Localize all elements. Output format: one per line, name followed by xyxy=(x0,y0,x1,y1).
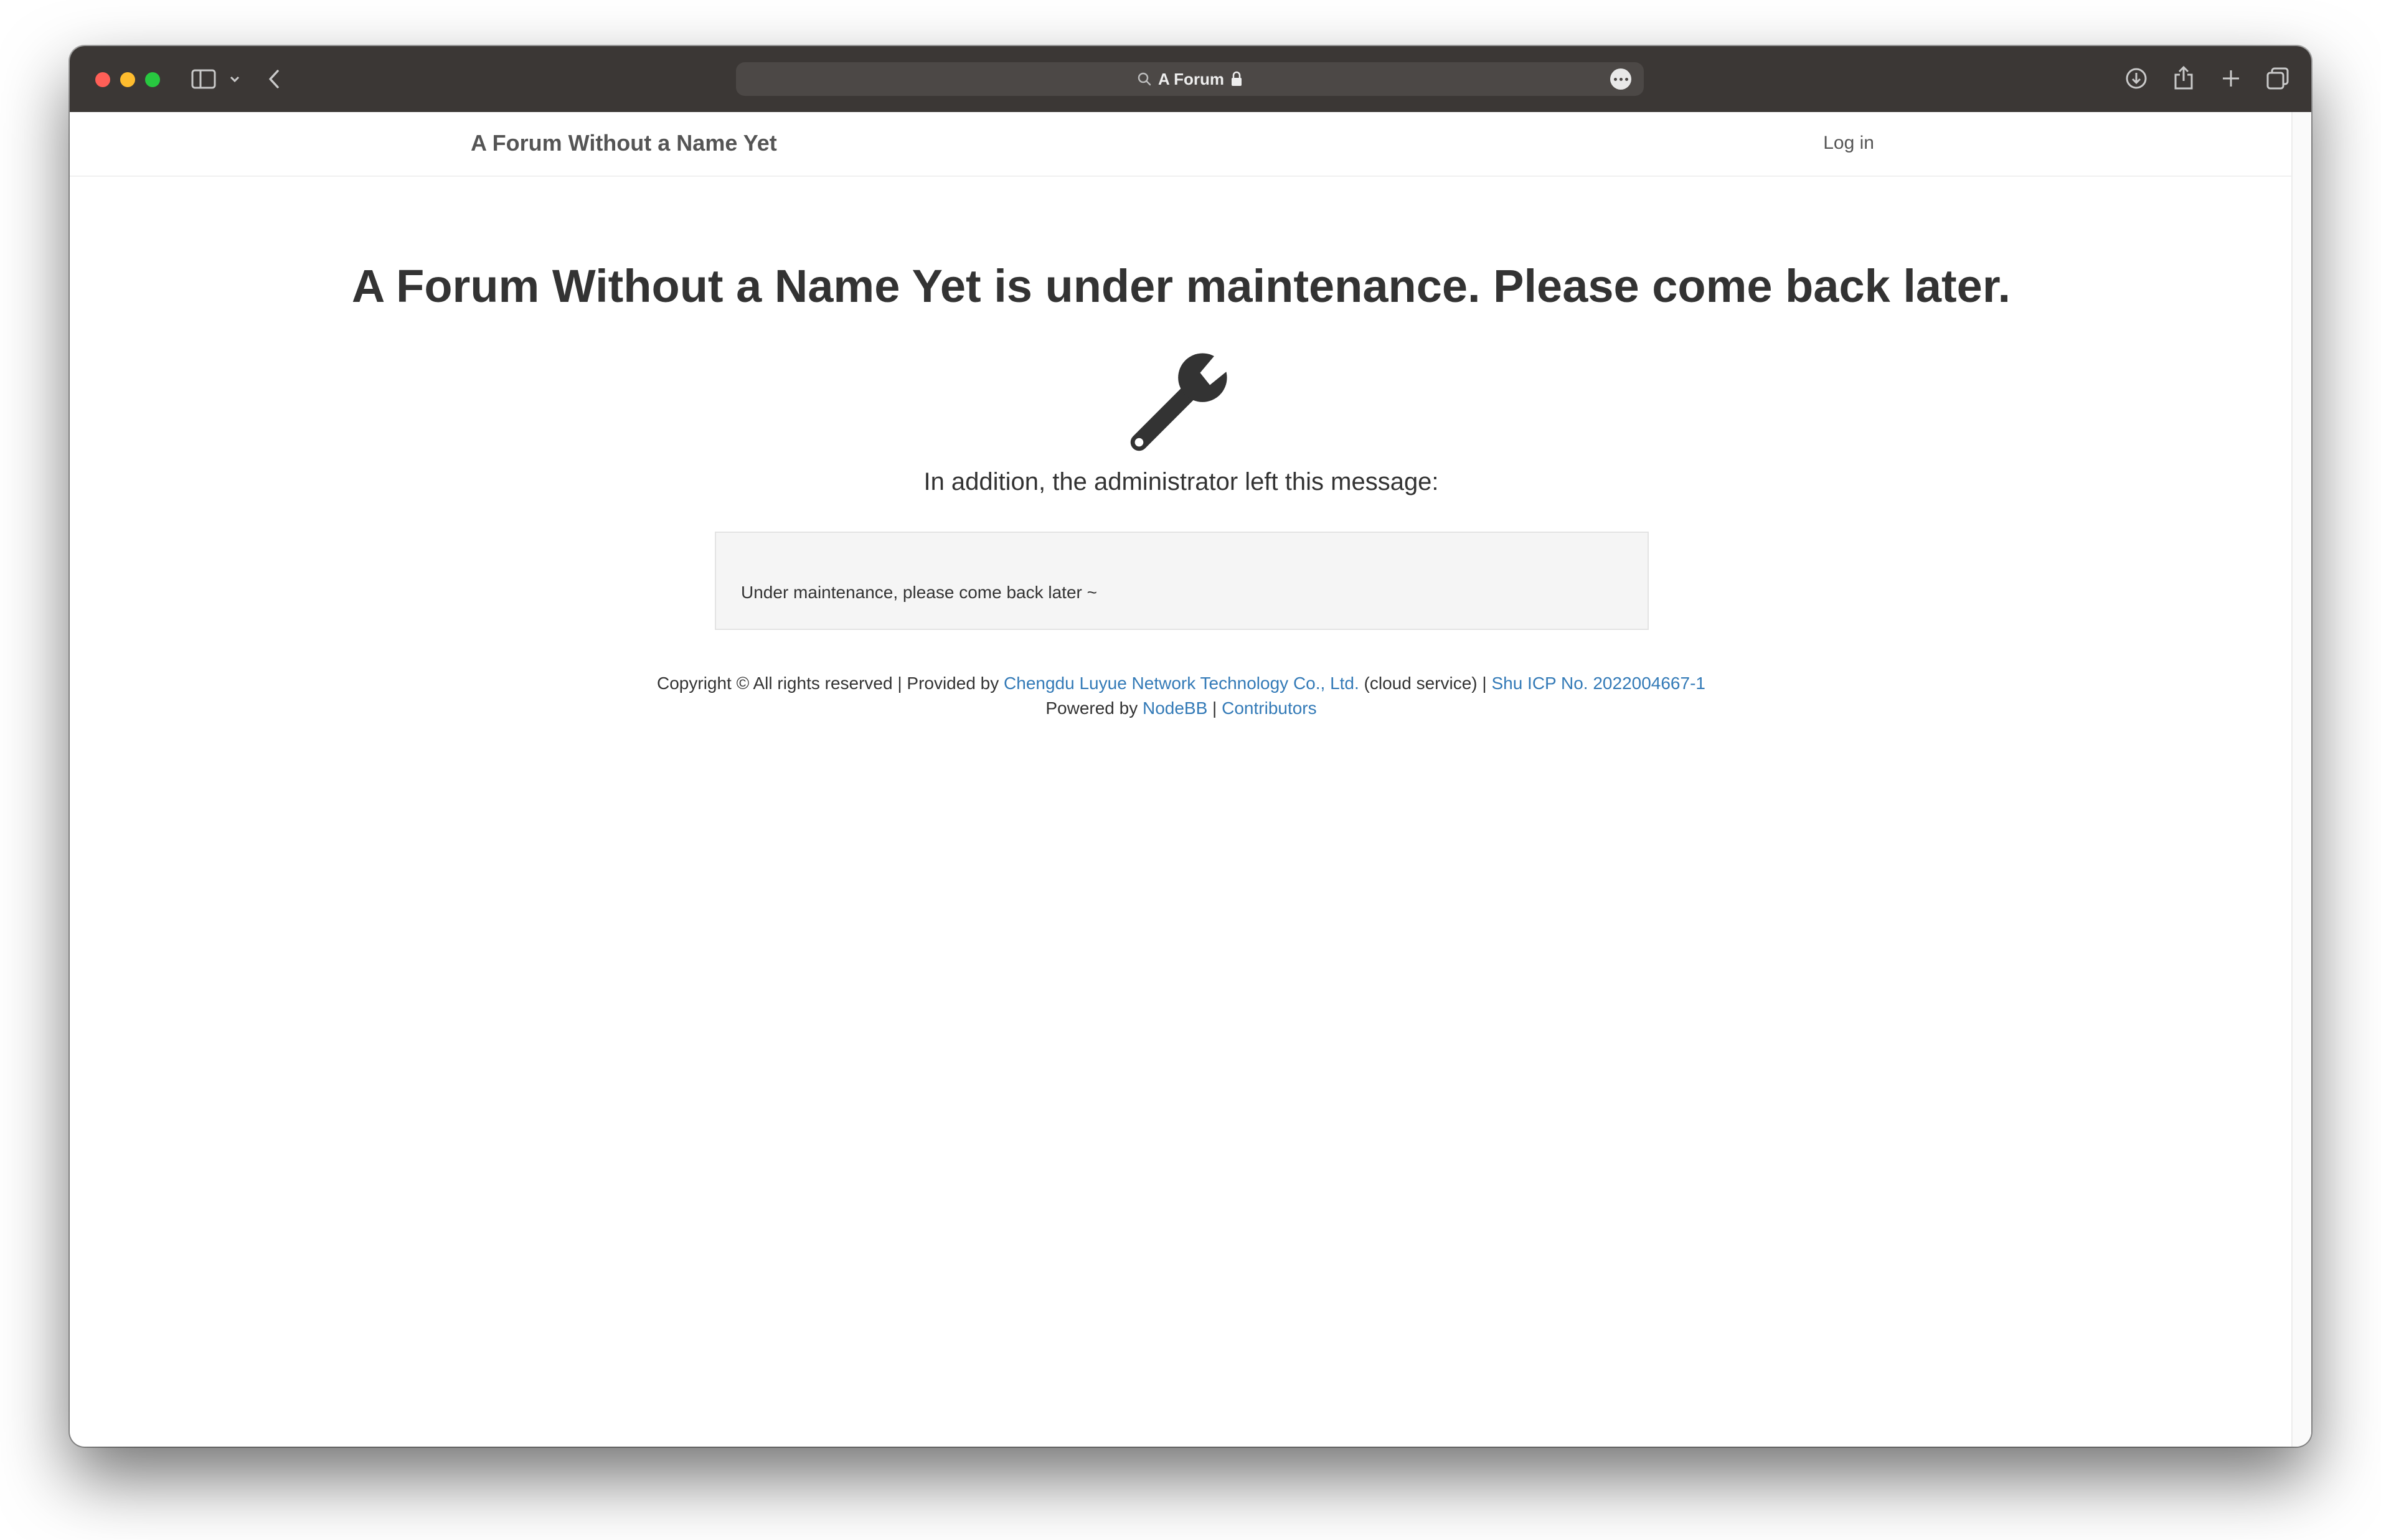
footer-line-powered: Powered by NodeBB | Contributors xyxy=(70,696,2293,721)
search-icon xyxy=(1138,72,1151,86)
hosting-provider-suffix: (cloud service) | xyxy=(1359,674,1492,693)
minimize-window-button[interactable] xyxy=(120,72,135,87)
icp-license-link[interactable]: Shu ICP No. 2022004667-1 xyxy=(1491,674,1705,693)
page-footer: Copyright © All rights reserved | Provid… xyxy=(70,671,2293,721)
address-bar-content: A Forum xyxy=(736,62,1644,96)
nodebb-link[interactable]: NodeBB xyxy=(1143,698,1207,718)
powered-by-text: Powered by xyxy=(1045,698,1143,718)
contributors-link[interactable]: Contributors xyxy=(1222,698,1317,718)
share-icon[interactable] xyxy=(2173,65,2194,91)
more-options-icon[interactable] xyxy=(1610,68,1631,90)
login-link[interactable]: Log in xyxy=(1823,112,1874,174)
copyright-text: Copyright © All rights reserved | Provid… xyxy=(657,674,1004,693)
sidebar-icon[interactable] xyxy=(191,69,216,89)
zoom-window-button[interactable] xyxy=(145,72,160,87)
forum-brand[interactable]: A Forum Without a Name Yet xyxy=(471,112,777,174)
footer-separator: | xyxy=(1207,698,1222,718)
vertical-scrollbar[interactable] xyxy=(2291,112,2311,1447)
lock-icon xyxy=(1231,71,1242,86)
browser-window: A Forum A Forum Without a Name Yet Log i… xyxy=(70,46,2311,1447)
chevron-down-icon[interactable] xyxy=(229,75,240,83)
download-icon[interactable] xyxy=(2124,67,2148,90)
address-title: A Forum xyxy=(1158,69,1224,88)
wrench-icon xyxy=(1130,349,1236,451)
admin-message-box: Under maintenance, please come back late… xyxy=(715,532,1649,630)
admin-message-text: Under maintenance, please come back late… xyxy=(741,583,1097,602)
maintenance-heading: A Forum Without a Name Yet is under main… xyxy=(351,260,2011,312)
address-bar[interactable]: A Forum xyxy=(736,62,1644,96)
tab-overview-icon[interactable] xyxy=(2266,67,2289,90)
back-arrow-icon[interactable] xyxy=(266,68,281,90)
hosting-provider-link[interactable]: Chengdu Luyue Network Technology Co., Lt… xyxy=(1004,674,1359,693)
forum-navbar: A Forum Without a Name Yet Log in xyxy=(70,112,2293,177)
admin-message-label: In addition, the administrator left this… xyxy=(923,468,1439,495)
plus-icon[interactable] xyxy=(2220,68,2242,89)
footer-line-copyright: Copyright © All rights reserved | Provid… xyxy=(70,671,2293,696)
close-window-button[interactable] xyxy=(95,72,110,87)
browser-titlebar: A Forum xyxy=(70,46,2311,112)
